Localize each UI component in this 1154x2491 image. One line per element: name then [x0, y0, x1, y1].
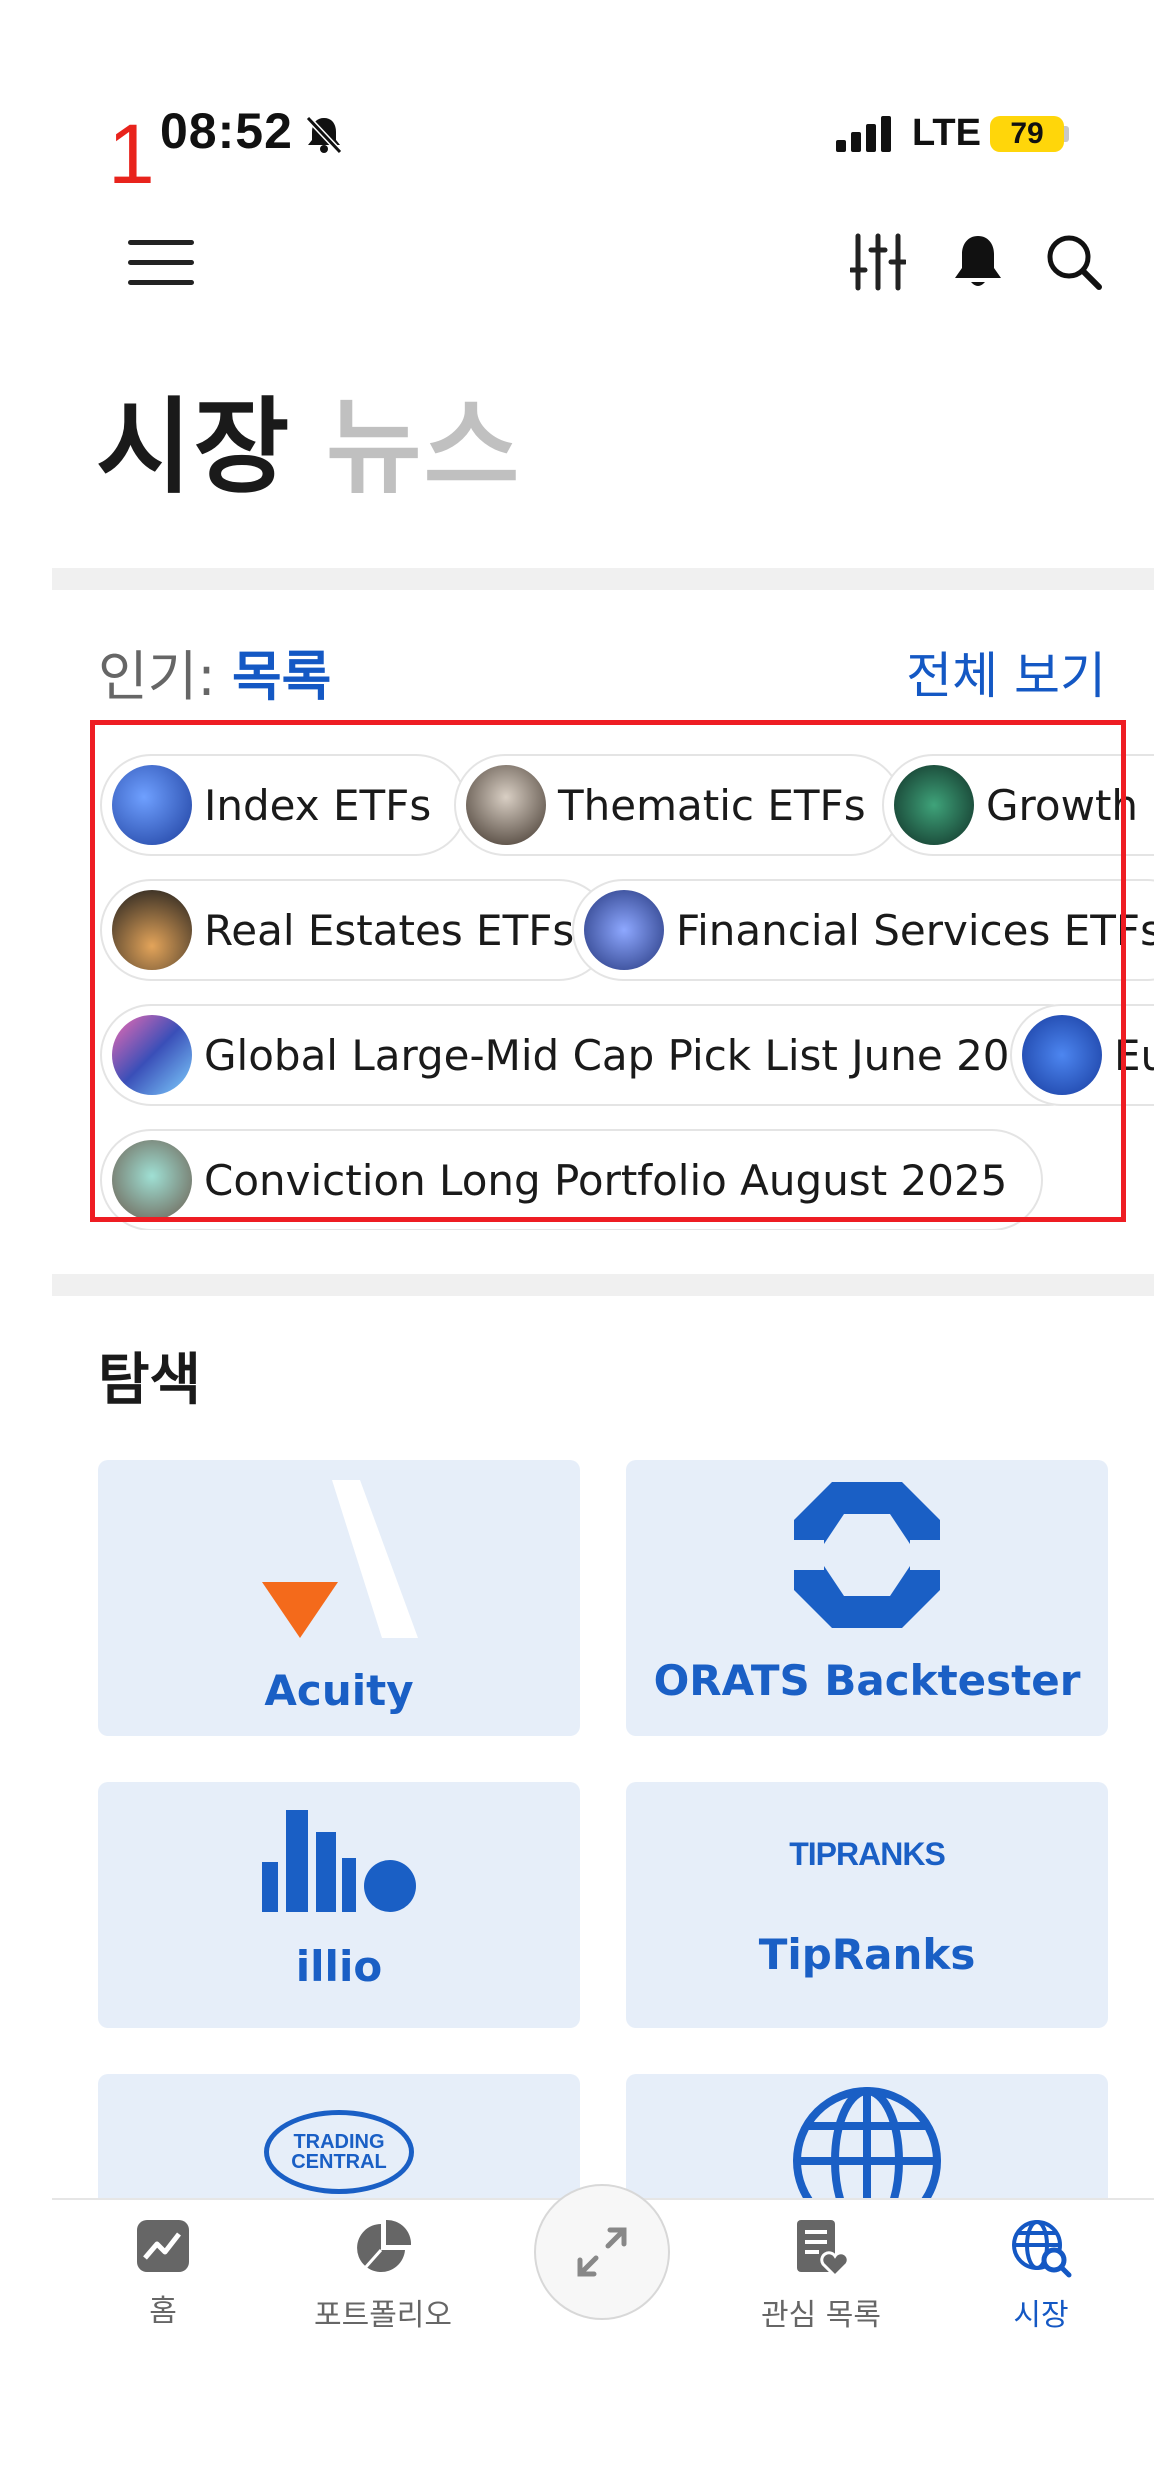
status-time: 08:52	[160, 103, 293, 159]
annotation-number: 1	[108, 107, 155, 201]
section-divider	[52, 568, 1154, 590]
filter-sliders-icon[interactable]	[848, 232, 908, 292]
tile-label: Acuity	[264, 1666, 414, 1715]
tile-trading-central[interactable]: TRADING CENTRAL	[98, 2074, 580, 2198]
silent-mode-icon	[302, 112, 346, 156]
watchlist-icon	[797, 2220, 850, 2279]
tile-globe[interactable]	[626, 2074, 1108, 2198]
tile-acuity[interactable]: Acuity	[98, 1460, 580, 1736]
search-icon[interactable]	[1044, 232, 1104, 292]
popular-label: 인기:	[98, 645, 216, 708]
expand-arrows-icon	[577, 2227, 627, 2277]
market-globe-icon	[1012, 2220, 1072, 2278]
nav-watchlist[interactable]: 관심 목록	[726, 2218, 916, 2334]
expand-collapse-button[interactable]	[534, 2184, 670, 2320]
signal-icon	[836, 112, 892, 152]
section-divider	[52, 1274, 1154, 1296]
bell-icon[interactable]	[950, 232, 1006, 292]
highlight-box	[90, 720, 1126, 1222]
nav-portfolio[interactable]: 포트폴리오	[288, 2218, 478, 2334]
network-type: LTE	[912, 112, 981, 154]
tipranks-logo-icon: TIPRANKS	[789, 1836, 946, 1872]
tile-label: ORATS Backtester	[653, 1656, 1081, 1705]
orats-logo-icon	[794, 1482, 940, 1628]
nav-market[interactable]: 시장	[946, 2218, 1136, 2334]
home-chart-icon	[137, 2220, 189, 2272]
nav-label: 홈	[149, 2294, 177, 2329]
nav-label: 포트폴리오	[314, 2298, 452, 2333]
pie-chart-icon	[357, 2219, 412, 2272]
tile-illio[interactable]: illio	[98, 1782, 580, 2028]
explore-title: 탐색	[98, 1348, 202, 1413]
nav-label: 시장	[1013, 2298, 1069, 2333]
tile-label: TipRanks	[758, 1930, 976, 1979]
globe-logo-icon	[793, 2087, 941, 2198]
acuity-logo-icon	[262, 1480, 418, 1638]
battery-icon: 79	[990, 116, 1064, 152]
trading-central-logo-icon: TRADING CENTRAL	[264, 2110, 414, 2194]
popular-category[interactable]: 목록	[232, 632, 331, 711]
see-all-link[interactable]: 전체 보기	[906, 636, 1106, 708]
tile-label: illio	[295, 1942, 383, 1991]
battery-tip	[1064, 126, 1069, 142]
tab-news[interactable]: 뉴스	[326, 362, 521, 513]
illio-logo-icon	[262, 1810, 416, 1912]
hamburger-menu-icon[interactable]	[128, 240, 194, 286]
tile-orats-backtester[interactable]: ORATS Backtester	[626, 1460, 1108, 1736]
tile-tipranks[interactable]: TIPRANKS TipRanks	[626, 1782, 1108, 2028]
tab-market[interactable]: 시장	[96, 362, 291, 513]
nav-home[interactable]: 홈	[68, 2218, 258, 2330]
nav-label: 관심 목록	[761, 2298, 881, 2333]
